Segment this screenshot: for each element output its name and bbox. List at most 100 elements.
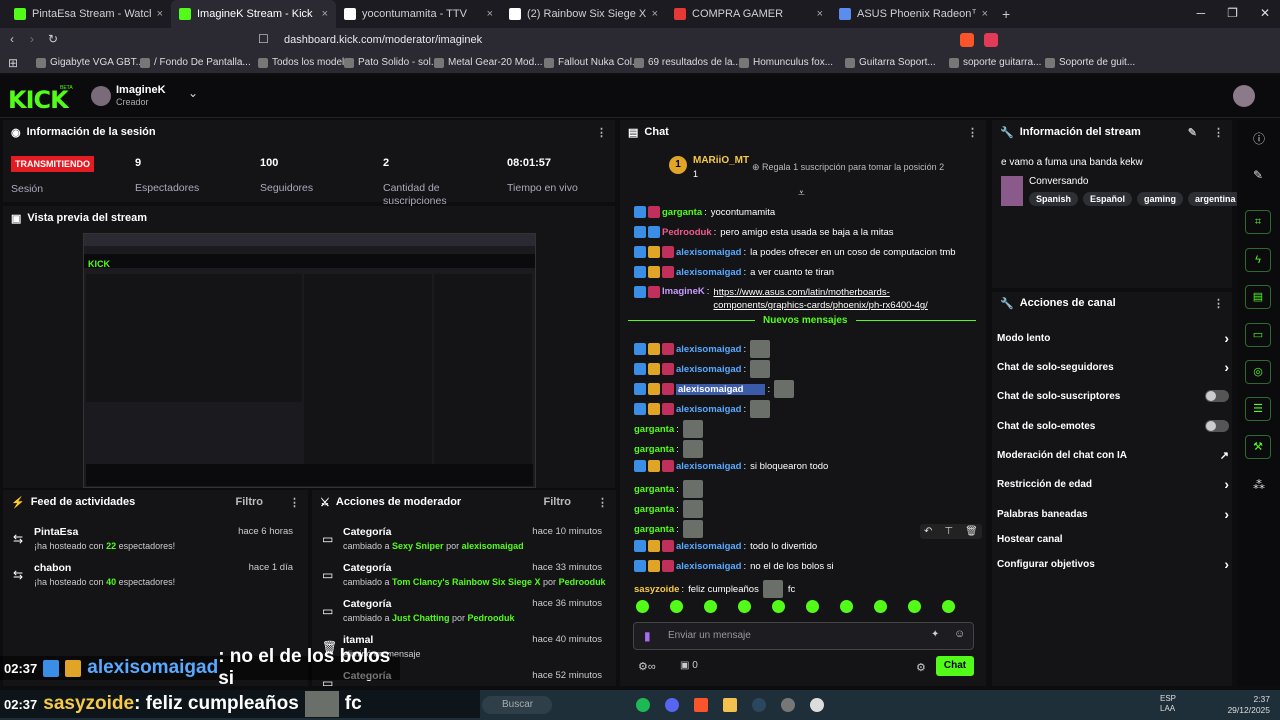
bookmark-item[interactable]: Homunculus fox...: [739, 57, 845, 68]
chat-message[interactable]: alexisomaigad: a ver cuanto te tiran: [634, 266, 834, 278]
emote-icon[interactable]: [806, 600, 819, 613]
broadcast-icon[interactable]: ◎: [1245, 360, 1271, 384]
bookmark-item[interactable]: soporte guitarra...: [949, 57, 1045, 68]
document-icon[interactable]: ▤: [1245, 285, 1271, 309]
close-tab-icon[interactable]: ×: [322, 8, 328, 20]
chat-username[interactable]: alexisomaigad: [676, 344, 741, 355]
channel-action-item[interactable]: Modo lento ›: [997, 330, 1229, 346]
send-chat-button[interactable]: Chat: [936, 656, 974, 676]
modaction-value[interactable]: Tom Clancy's Rainbow Six Siege X: [392, 577, 541, 587]
chevron-down-icon[interactable]: ⌄: [188, 86, 198, 100]
bookmark-item[interactable]: Fallout Nuka Col...: [544, 57, 634, 68]
emote-icon[interactable]: [636, 600, 649, 613]
chat-settings-link-icon[interactable]: ⚙∞: [638, 660, 656, 673]
stream-tag[interactable]: Spanish: [1029, 192, 1079, 206]
more-icon[interactable]: ⋮: [1213, 297, 1224, 310]
mic-icon[interactable]: ▮: [644, 629, 651, 643]
chat-username[interactable]: garganta: [662, 207, 702, 218]
kick-emote-icon[interactable]: ✦: [931, 629, 939, 640]
bookmark-icon[interactable]: ☐: [258, 32, 269, 46]
chat-message[interactable]: garganta: yocontumamita: [634, 206, 775, 218]
chat-username[interactable]: alexisomaigad: [676, 404, 741, 415]
url-field[interactable]: dashboard.kick.com/moderator/imaginek: [284, 28, 482, 52]
tools-icon[interactable]: ⚒: [1245, 435, 1271, 459]
close-icon[interactable]: ✕: [1260, 6, 1270, 20]
browser-tab[interactable]: ImagineK Stream - Kick Dashb ×: [171, 0, 336, 28]
gift-prompt[interactable]: ⊕ Regala 1 suscripción para tomar la pos…: [752, 162, 944, 173]
delete-icon[interactable]: 🗑: [965, 526, 978, 537]
channel-action-item[interactable]: Restricción de edad ›: [997, 476, 1229, 492]
close-tab-icon[interactable]: ×: [157, 8, 163, 20]
chrome-icon[interactable]: [810, 698, 824, 712]
chat-username[interactable]: garganta: [634, 444, 674, 455]
chat-username[interactable]: alexisomaigad: [676, 247, 741, 258]
brave-rewards-icon[interactable]: [984, 33, 998, 47]
reload-icon[interactable]: ↻: [48, 32, 58, 46]
scan-icon[interactable]: ⌗: [1245, 210, 1271, 234]
bookmark-item[interactable]: Soporte de guit...: [1045, 57, 1145, 68]
chat-message[interactable]: alexisomaigad: todo lo divertido: [634, 540, 817, 552]
close-tab-icon[interactable]: ×: [982, 8, 988, 20]
chat-message[interactable]: alexisomaigad:: [634, 400, 771, 418]
top-gifter-name[interactable]: MARiiO_MT: [693, 155, 749, 166]
bookmark-item[interactable]: Todos los modelos...: [258, 57, 344, 68]
channel-action-item[interactable]: Moderación del chat con IA ↗: [997, 448, 1229, 462]
apps-icon[interactable]: ⊞: [8, 56, 18, 70]
modaction-user[interactable]: Pedrooduk: [559, 577, 606, 587]
new-tab-icon[interactable]: +: [1002, 6, 1010, 22]
more-icon[interactable]: ⋮: [1213, 126, 1224, 139]
steam-icon[interactable]: [752, 698, 766, 712]
stream-tag[interactable]: gaming: [1137, 192, 1184, 206]
channel-action-item[interactable]: Chat de solo-seguidores ›: [997, 359, 1229, 375]
chat-username[interactable]: alexisomaigad: [676, 541, 741, 552]
close-tab-icon[interactable]: ×: [487, 8, 493, 20]
message-icon[interactable]: ▭: [1245, 323, 1271, 347]
bookmark-item[interactable]: Metal Gear-20 Mod...: [434, 57, 544, 68]
edit-icon[interactable]: ✎: [1188, 126, 1197, 139]
chat-message[interactable]: alexisomaigad: si bloquearon todo: [634, 460, 828, 472]
taskbar-search[interactable]: Buscar: [482, 696, 552, 714]
chat-input[interactable]: ▮ Enviar un mensaje ✦ ☺: [633, 622, 974, 650]
channel-action-item[interactable]: Palabras baneadas ›: [997, 506, 1229, 522]
modactions-filter-button[interactable]: Filtro: [544, 496, 572, 508]
browser-tab[interactable]: (2) Rainbow Six Siege X (@Rainbow6 ×: [501, 0, 666, 28]
chat-message[interactable]: alexisomaigad: la podes ofrecer en un cos…: [634, 246, 956, 258]
chat-message[interactable]: ImagineK: https://www.asus.com/latin/moth…: [634, 286, 973, 312]
more-icon[interactable]: ⋮: [289, 496, 300, 509]
clock[interactable]: 2:37 29/12/2025: [1226, 694, 1270, 716]
modaction-value[interactable]: Just Chatting: [392, 613, 450, 623]
feed-filter-button[interactable]: Filtro: [236, 496, 264, 508]
kick-logo[interactable]: KICK: [8, 86, 69, 114]
more-icon[interactable]: ⋮: [596, 126, 607, 139]
chat-message[interactable]: garganta:: [634, 500, 703, 518]
emoji-icon[interactable]: ☺: [954, 628, 965, 640]
chat-message[interactable]: alexisomaigad:: [634, 340, 771, 358]
gear-icon[interactable]: ⚙: [916, 661, 926, 674]
chat-message[interactable]: garganta:: [634, 480, 703, 498]
pin-icon[interactable]: ⊤: [944, 526, 953, 537]
back-icon[interactable]: ‹: [10, 32, 14, 46]
pencil-icon[interactable]: ✎: [1253, 168, 1263, 182]
emote-icon[interactable]: [874, 600, 887, 613]
modaction-user[interactable]: alexisomaigad: [462, 541, 524, 551]
stream-preview-video[interactable]: KICK: [83, 233, 536, 488]
feed-item-name[interactable]: chabon: [34, 562, 71, 574]
emote-icon[interactable]: [772, 600, 785, 613]
chat-username[interactable]: sasyzoide: [634, 584, 679, 595]
stream-tag[interactable]: Español: [1083, 192, 1133, 206]
browser-tab[interactable]: PintaEsa Stream - Watch Live on ×: [6, 0, 171, 28]
chat-message[interactable]: sasyzoide: feliz cumpleaños fc: [634, 580, 795, 598]
close-tab-icon[interactable]: ×: [817, 8, 823, 20]
community-icon[interactable]: ⁂: [1253, 478, 1265, 492]
bookmark-item[interactable]: Pato Solido - sol...: [344, 57, 434, 68]
feed-item-name[interactable]: PintaEsa: [34, 526, 78, 538]
channel-action-item[interactable]: Chat de solo-emotes: [997, 419, 1229, 433]
modaction-value[interactable]: Sexy Sniper: [392, 541, 444, 551]
minimize-icon[interactable]: ─: [1197, 6, 1206, 20]
toggle-switch[interactable]: [1205, 420, 1229, 432]
lightning-icon[interactable]: ϟ: [1245, 248, 1271, 272]
emote-icon[interactable]: [942, 600, 955, 613]
bookmark-item[interactable]: Guitarra Soport...: [845, 57, 949, 68]
chat-username[interactable]: alexisomaigad: [676, 364, 741, 375]
restore-icon[interactable]: ❐: [1227, 6, 1238, 20]
